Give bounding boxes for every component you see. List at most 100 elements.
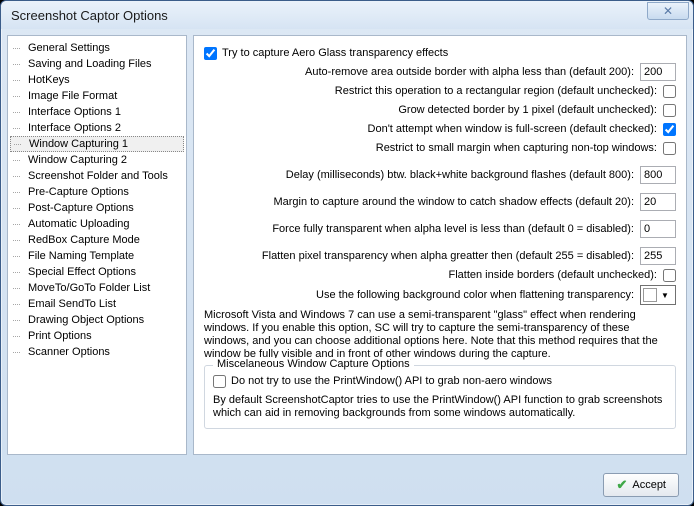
grow-border-label: Grow detected border by 1 pixel (default…: [398, 104, 657, 116]
tree-connector-icon: ····: [12, 59, 26, 69]
sidebar-item-label: Post-Capture Options: [28, 202, 134, 214]
sidebar-item-label: RedBox Capture Mode: [28, 234, 140, 246]
sidebar-item[interactable]: ····HotKeys: [10, 72, 184, 88]
fullscreen-label: Don't attempt when window is full-screen…: [368, 123, 657, 135]
tree-connector-icon: ····: [12, 267, 26, 277]
tree-connector-icon: ····: [12, 75, 26, 85]
tree-connector-icon: ····: [12, 283, 26, 293]
accept-button[interactable]: ✔ Accept: [603, 473, 679, 497]
accept-label: Accept: [632, 479, 666, 491]
smallmargin-label: Restrict to small margin when capturing …: [376, 142, 657, 154]
force-transparent-input[interactable]: [640, 220, 676, 238]
sidebar-item[interactable]: ····Print Options: [10, 328, 184, 344]
tree-connector-icon: ····: [12, 347, 26, 357]
sidebar-item[interactable]: ····Pre-Capture Options: [10, 184, 184, 200]
sidebar-item[interactable]: ····File Naming Template: [10, 248, 184, 264]
printwindow-checkbox[interactable]: [213, 375, 226, 388]
auto-remove-label: Auto-remove area outside border with alp…: [305, 66, 634, 78]
sidebar-item[interactable]: ····General Settings: [10, 40, 184, 56]
tree-connector-icon: ····: [12, 315, 26, 325]
close-icon: ✕: [663, 4, 673, 18]
restrict-rect-checkbox[interactable]: [663, 85, 676, 98]
category-tree[interactable]: ····General Settings····Saving and Loadi…: [7, 35, 187, 455]
sidebar-item-label: MoveTo/GoTo Folder List: [28, 282, 150, 294]
tree-connector-icon: ····: [12, 43, 26, 53]
fullscreen-checkbox[interactable]: [663, 123, 676, 136]
tree-connector-icon: ····: [12, 203, 26, 213]
check-icon: ✔: [616, 477, 627, 493]
sidebar-item-label: Print Options: [28, 330, 92, 342]
tree-connector-icon: ····: [12, 107, 26, 117]
sidebar-item-label: Saving and Loading Files: [28, 58, 152, 70]
sidebar-item[interactable]: ····Window Capturing 1: [10, 136, 184, 152]
titlebar[interactable]: Screenshot Captor Options ✕: [1, 1, 693, 29]
restrict-rect-label: Restrict this operation to a rectangular…: [335, 85, 657, 97]
sidebar-item-label: File Naming Template: [28, 250, 134, 262]
sidebar-item-label: Image File Format: [28, 90, 117, 102]
tree-connector-icon: ····: [12, 187, 26, 197]
sidebar-item-label: Automatic Uploading: [28, 218, 130, 230]
margin-label: Margin to capture around the window to c…: [273, 196, 634, 208]
sidebar-item-label: Scanner Options: [28, 346, 110, 358]
tree-connector-icon: ····: [12, 251, 26, 261]
sidebar-item-label: Interface Options 1: [28, 106, 121, 118]
sidebar-item-label: HotKeys: [28, 74, 70, 86]
sidebar-item[interactable]: ····Saving and Loading Files: [10, 56, 184, 72]
color-swatch: [643, 288, 657, 302]
delay-input[interactable]: [640, 166, 676, 184]
sidebar-item[interactable]: ····Post-Capture Options: [10, 200, 184, 216]
sidebar-item-label: Special Effect Options: [28, 266, 136, 278]
tree-connector-icon: ····: [12, 91, 26, 101]
window-title: Screenshot Captor Options: [11, 8, 647, 23]
sidebar-item[interactable]: ····Interface Options 2: [10, 120, 184, 136]
sidebar-item-label: Pre-Capture Options: [28, 186, 129, 198]
sidebar-item-label: Window Capturing 1: [29, 138, 128, 150]
tree-connector-icon: ····: [12, 171, 26, 181]
flatten-label: Flatten pixel transparency when alpha gr…: [262, 250, 634, 262]
smallmargin-checkbox[interactable]: [663, 142, 676, 155]
aero-label: Try to capture Aero Glass transparency e…: [222, 47, 448, 59]
sidebar-item[interactable]: ····MoveTo/GoTo Folder List: [10, 280, 184, 296]
tree-connector-icon: ····: [12, 331, 26, 341]
sidebar-item[interactable]: ····Email SendTo List: [10, 296, 184, 312]
sidebar-item-label: Email SendTo List: [28, 298, 116, 310]
sidebar-item[interactable]: ····Scanner Options: [10, 344, 184, 360]
sidebar-item-label: Screenshot Folder and Tools: [28, 170, 168, 182]
margin-input[interactable]: [640, 193, 676, 211]
sidebar-item-label: Interface Options 2: [28, 122, 121, 134]
sidebar-item-label: Window Capturing 2: [28, 154, 127, 166]
tree-connector-icon: ····: [12, 219, 26, 229]
options-panel: Try to capture Aero Glass transparency e…: [193, 35, 687, 455]
close-button[interactable]: ✕: [647, 2, 689, 20]
sidebar-item[interactable]: ····RedBox Capture Mode: [10, 232, 184, 248]
sidebar-item[interactable]: ····Screenshot Folder and Tools: [10, 168, 184, 184]
tree-connector-icon: ····: [12, 123, 26, 133]
chevron-down-icon: ▼: [661, 291, 669, 300]
options-dialog: Screenshot Captor Options ✕ ····General …: [0, 0, 694, 506]
tree-connector-icon: ····: [12, 299, 26, 309]
tree-connector-icon: ····: [12, 155, 26, 165]
sidebar-item[interactable]: ····Interface Options 1: [10, 104, 184, 120]
sidebar-item[interactable]: ····Automatic Uploading: [10, 216, 184, 232]
flatten-input[interactable]: [640, 247, 676, 265]
printwindow-label: Do not try to use the PrintWindow() API …: [231, 375, 552, 387]
misc-title: Miscelaneous Window Capture Options: [213, 358, 414, 370]
sidebar-item-label: General Settings: [28, 42, 110, 54]
force-transparent-label: Force fully transparent when alpha level…: [272, 223, 634, 235]
sidebar-item[interactable]: ····Image File Format: [10, 88, 184, 104]
bgcolor-picker[interactable]: ▼: [640, 285, 676, 305]
flatten-inside-checkbox[interactable]: [663, 269, 676, 282]
sidebar-item[interactable]: ····Drawing Object Options: [10, 312, 184, 328]
grow-border-checkbox[interactable]: [663, 104, 676, 117]
sidebar-item[interactable]: ····Window Capturing 2: [10, 152, 184, 168]
misc-groupbox: Miscelaneous Window Capture Options Do n…: [204, 365, 676, 429]
sidebar-item[interactable]: ····Special Effect Options: [10, 264, 184, 280]
auto-remove-input[interactable]: [640, 63, 676, 81]
flatten-inside-label: Flatten inside borders (default unchecke…: [448, 269, 657, 281]
aero-checkbox[interactable]: [204, 47, 217, 60]
bgcolor-label: Use the following background color when …: [316, 289, 634, 301]
sidebar-item-label: Drawing Object Options: [28, 314, 144, 326]
printwindow-description: By default ScreenshotCaptor tries to use…: [213, 394, 667, 420]
tree-connector-icon: ····: [13, 139, 27, 149]
delay-label: Delay (milliseconds) btw. black+white ba…: [286, 169, 634, 181]
